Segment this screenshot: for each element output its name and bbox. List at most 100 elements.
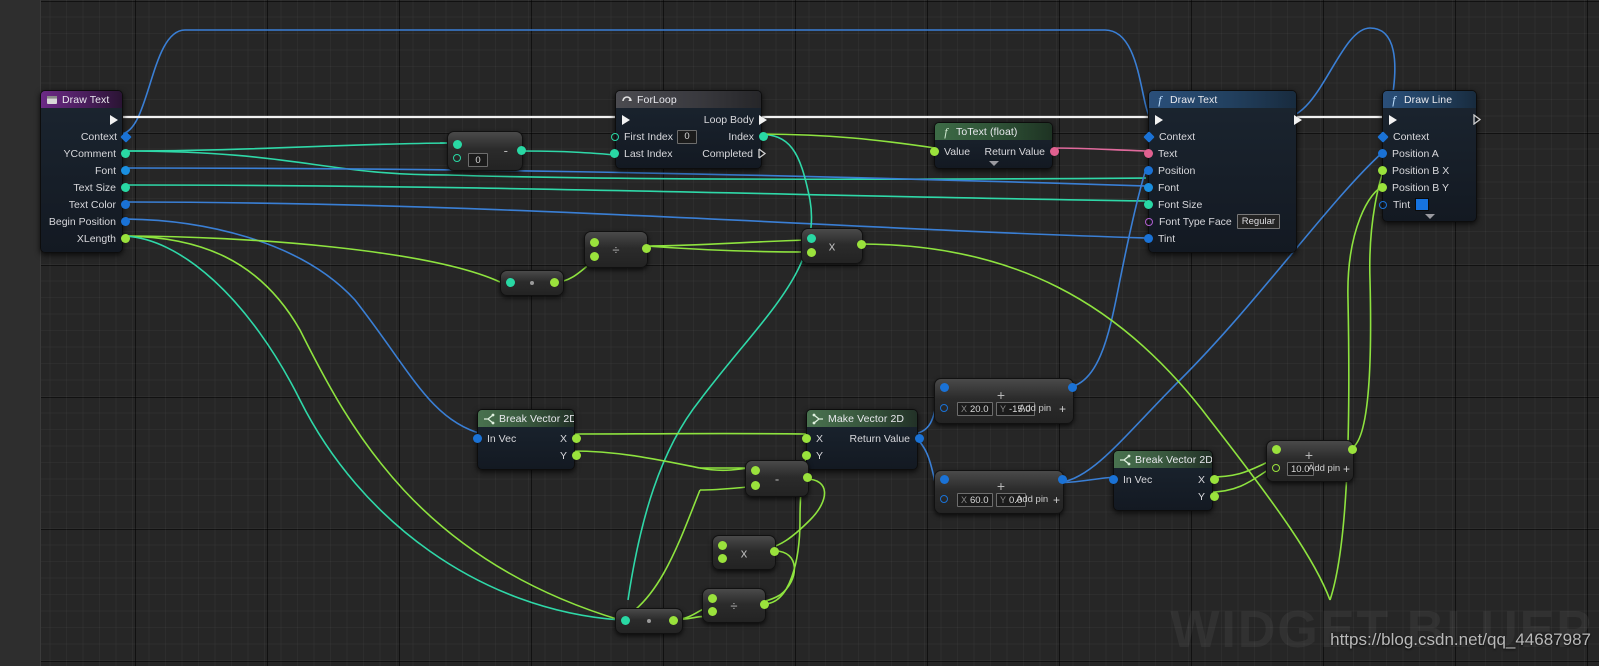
node-conv-bottom[interactable] bbox=[615, 608, 683, 634]
pin-dot-out-y[interactable] bbox=[1210, 492, 1219, 501]
pin-dot-blue[interactable] bbox=[940, 383, 949, 392]
pin-position-b-x[interactable]: Position B X bbox=[1378, 162, 1476, 179]
pin-context[interactable]: Context bbox=[1377, 128, 1476, 145]
pin-dot-out-x[interactable] bbox=[572, 434, 581, 443]
pin-dot-green[interactable] bbox=[121, 234, 130, 243]
pin-dot-green[interactable] bbox=[590, 252, 599, 261]
pin-dot-out-blue[interactable] bbox=[1058, 475, 1067, 484]
pin-begin-position[interactable]: Begin Position bbox=[41, 213, 130, 230]
exec-loop-body-icon[interactable] bbox=[759, 114, 767, 125]
pin-tint[interactable]: Tint bbox=[1379, 196, 1476, 213]
node-to-text-float[interactable]: f ToText (float) Value Return Value bbox=[930, 122, 1059, 169]
exec-completed-icon[interactable] bbox=[758, 148, 767, 159]
node-break-vector-2d-b[interactable]: Break Vector 2D In Vec X Y bbox=[1109, 450, 1219, 511]
x-value[interactable]: 60.0 bbox=[970, 495, 989, 506]
pin-dot-x[interactable] bbox=[802, 434, 811, 443]
add-pin-label[interactable]: Add pin bbox=[1019, 403, 1051, 414]
pin-context[interactable]: Context bbox=[1143, 128, 1296, 145]
pin-dot-green[interactable] bbox=[718, 554, 727, 563]
node-multiply-bottom[interactable]: x bbox=[712, 535, 779, 570]
pin-dot-blue[interactable] bbox=[1144, 234, 1153, 243]
pin-dot-value[interactable] bbox=[930, 147, 939, 156]
pin-dot-y[interactable] bbox=[802, 451, 811, 460]
pin-dot-purple-hollow[interactable] bbox=[1145, 217, 1153, 226]
pin-position-a[interactable]: Position A bbox=[1378, 145, 1476, 162]
node-draw-text-left[interactable]: Draw Text Context YComment Font Text Siz… bbox=[40, 90, 132, 253]
pin-dot-out-green[interactable] bbox=[803, 473, 812, 482]
exec-in-icon[interactable] bbox=[1155, 114, 1163, 125]
expand-caret-icon[interactable] bbox=[1424, 214, 1435, 219]
pin-dot-out-green[interactable] bbox=[669, 616, 678, 625]
pin-dot-teal[interactable] bbox=[121, 183, 130, 192]
pin-dot-blue[interactable] bbox=[121, 200, 130, 209]
node-draw-line[interactable]: f Draw Line Context Position A Position … bbox=[1377, 90, 1482, 222]
exec-in-icon[interactable] bbox=[622, 114, 630, 125]
pin-dot-green[interactable] bbox=[1378, 166, 1387, 175]
pin-dot-return-value[interactable] bbox=[1050, 147, 1059, 156]
pin-font[interactable]: Font bbox=[1144, 179, 1296, 196]
node-add-vector-top[interactable]: X 20.0 Y -15.0 + Add pin + bbox=[934, 378, 1077, 424]
pin-ycomment[interactable]: YComment bbox=[41, 145, 130, 162]
pin-dot-return-value[interactable] bbox=[915, 434, 924, 443]
add-pin-label[interactable]: Add pin bbox=[1308, 463, 1340, 474]
add-pin-plus-icon[interactable]: + bbox=[1343, 463, 1350, 475]
node-divide-top[interactable]: ÷ bbox=[584, 231, 651, 268]
pin-dot-index[interactable] bbox=[759, 132, 768, 141]
add-pin-plus-icon[interactable]: + bbox=[1059, 403, 1066, 415]
node-add-float[interactable]: 10.0 + Add pin + bbox=[1266, 440, 1357, 482]
pin-dot-green[interactable] bbox=[708, 607, 717, 616]
pin-dot-out-teal[interactable] bbox=[517, 146, 526, 155]
pin-dot-green[interactable] bbox=[718, 541, 727, 550]
pin-dot-blue[interactable] bbox=[1378, 149, 1387, 158]
literal-value[interactable]: 0 bbox=[468, 153, 488, 167]
pin-xlength[interactable]: XLength bbox=[41, 230, 130, 247]
pin-dot-green[interactable] bbox=[751, 466, 760, 475]
tint-color-swatch[interactable] bbox=[1415, 198, 1430, 211]
pin-dot-last-index[interactable] bbox=[610, 149, 619, 158]
pin-dot-teal[interactable] bbox=[1144, 200, 1153, 209]
font-type-face-value[interactable]: Regular bbox=[1236, 214, 1281, 229]
pin-dot-out-green[interactable] bbox=[857, 240, 866, 249]
pin-dot-teal-hollow[interactable] bbox=[453, 154, 461, 162]
pin-dot-out-green[interactable] bbox=[550, 278, 559, 287]
pin-dot-out-green[interactable] bbox=[642, 244, 651, 253]
pin-dot-blue[interactable] bbox=[1144, 166, 1153, 175]
pin-dot-green[interactable] bbox=[1272, 445, 1281, 454]
pin-position-b-y[interactable]: Position B Y bbox=[1378, 179, 1476, 196]
pin-dot-blue[interactable] bbox=[121, 166, 130, 175]
pin-text[interactable]: Text bbox=[1144, 145, 1296, 162]
exec-out-icon[interactable] bbox=[1473, 114, 1482, 125]
node-subtract-mid[interactable]: - bbox=[745, 460, 812, 497]
pin-dot-blue[interactable] bbox=[1143, 130, 1155, 143]
pin-dot-pink[interactable] bbox=[1144, 149, 1153, 158]
pin-font-size[interactable]: Font Size bbox=[1144, 196, 1296, 213]
pin-dot-green[interactable] bbox=[1378, 183, 1387, 192]
pin-dot-first-index[interactable] bbox=[611, 132, 619, 141]
expand-caret-icon[interactable] bbox=[988, 161, 999, 166]
pin-dot-green[interactable] bbox=[751, 481, 760, 490]
x-value[interactable]: 20.0 bbox=[970, 404, 989, 415]
add-vector-x-field[interactable]: X 60.0 bbox=[957, 493, 993, 507]
pin-text-color[interactable]: Text Color bbox=[41, 196, 130, 213]
pin-dot-blue[interactable] bbox=[120, 130, 132, 143]
exec-out-icon[interactable] bbox=[1294, 114, 1302, 125]
pin-dot-out-green[interactable] bbox=[770, 547, 779, 556]
pin-dot-teal[interactable] bbox=[621, 616, 630, 625]
pin-dot-green[interactable] bbox=[590, 238, 599, 247]
node-draw-text-right[interactable]: f Draw Text Context Text Position Font F… bbox=[1143, 90, 1302, 253]
pin-dot-out-x[interactable] bbox=[1210, 475, 1219, 484]
pin-dot-blue-hollow[interactable] bbox=[940, 495, 948, 503]
node-multiply-top[interactable]: x bbox=[801, 228, 866, 264]
pin-dot-out-green[interactable] bbox=[1348, 445, 1357, 454]
pin-dot-blue[interactable] bbox=[121, 217, 130, 226]
node-add-vector-bottom[interactable]: X 60.0 Y 0.0 + Add pin + bbox=[934, 470, 1067, 514]
pin-dot-in-vec[interactable] bbox=[473, 434, 482, 443]
pin-dot-blue[interactable] bbox=[1144, 183, 1153, 192]
pin-dot-green[interactable] bbox=[807, 248, 816, 257]
pin-dot-out-blue[interactable] bbox=[1068, 383, 1077, 392]
pin-exec-out[interactable] bbox=[41, 111, 122, 128]
pin-dot-green-hollow[interactable] bbox=[1272, 464, 1280, 472]
add-vector-x-field[interactable]: X 20.0 bbox=[957, 402, 993, 416]
add-pin-plus-icon[interactable]: + bbox=[1053, 494, 1060, 506]
pin-dot-blue-hollow[interactable] bbox=[940, 404, 948, 412]
